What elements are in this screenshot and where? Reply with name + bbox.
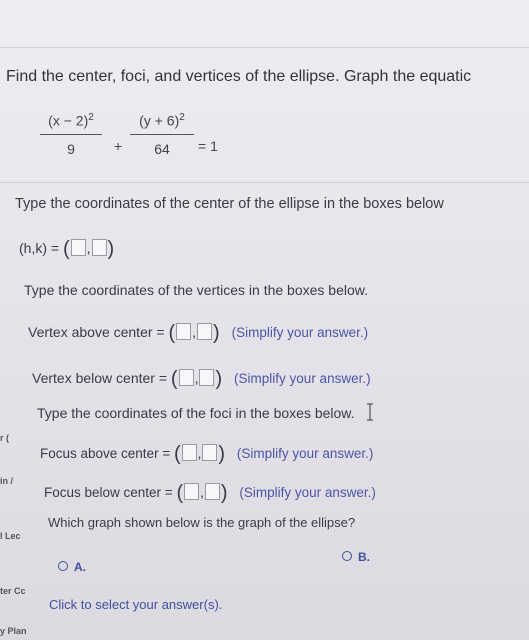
option-b[interactable]: B. xyxy=(342,548,370,566)
simplify-hint: (Simplify your answer.) xyxy=(231,325,369,340)
option-a-radio[interactable] xyxy=(58,561,68,571)
focus-above-row: Focus above center = (,) (Simplify your … xyxy=(40,443,374,465)
focus-above-x-input[interactable] xyxy=(181,444,197,461)
vertex-above-y-input[interactable] xyxy=(197,323,213,340)
ellipse-equation: (x − 2)2 9 + (y + 6)2 64 = 1 xyxy=(40,112,260,176)
center-row: (h,k) = (,) xyxy=(19,238,115,260)
vertex-above-label: Vertex above center = xyxy=(28,324,165,340)
plus-sign: + xyxy=(114,138,123,154)
homework-page: Find the center, foci, and vertices of t… xyxy=(0,0,529,640)
fraction-y-denominator: 64 xyxy=(154,140,170,157)
vertices-prompt: Type the coordinates of the vertices in … xyxy=(24,282,368,298)
vertex-below-y-input[interactable] xyxy=(199,369,215,386)
top-divider xyxy=(0,47,529,48)
fraction-x-exponent: 2 xyxy=(88,112,94,123)
side-label: ter Cc xyxy=(0,586,26,596)
open-paren: ( xyxy=(62,238,70,260)
fraction-y-exponent: 2 xyxy=(179,112,185,123)
vertex-below-label: Vertex below center = xyxy=(32,370,168,386)
fraction-x: (x − 2)2 9 xyxy=(40,112,102,157)
focus-above-label: Focus above center = xyxy=(40,446,171,461)
center-label: (h,k) = xyxy=(19,240,60,256)
focus-below-row: Focus below center = (,) (Simplify your … xyxy=(44,482,376,504)
side-label: in / xyxy=(0,476,13,486)
simplify-hint: (Simplify your answer.) xyxy=(236,446,374,461)
side-label: l Lec xyxy=(0,531,21,541)
close-paren: ) xyxy=(107,238,115,260)
vertex-below-x-input[interactable] xyxy=(178,369,194,386)
focus-below-label: Focus below center = xyxy=(44,485,173,500)
option-b-radio[interactable] xyxy=(342,551,352,561)
section-divider xyxy=(0,182,529,183)
equals-one: = 1 xyxy=(198,138,218,154)
center-h-input[interactable] xyxy=(70,239,86,256)
option-a-label: A. xyxy=(74,560,86,574)
fraction-bar xyxy=(40,133,102,135)
select-answer-link[interactable]: Click to select your answer(s). xyxy=(49,597,222,612)
fraction-x-numerator: (x − 2) xyxy=(48,112,89,129)
option-a[interactable]: A. xyxy=(58,558,86,576)
side-label: y Plan xyxy=(0,626,27,636)
vertex-below-row: Vertex below center = (,) (Simplify your… xyxy=(32,368,371,390)
fraction-y-numerator: (y + 6) xyxy=(139,112,180,129)
close-paren: ) xyxy=(218,443,226,465)
open-paren: ( xyxy=(168,322,176,344)
close-paren: ) xyxy=(220,482,228,504)
focus-below-x-input[interactable] xyxy=(184,483,200,500)
vertex-above-x-input[interactable] xyxy=(176,323,192,340)
close-paren: ) xyxy=(215,368,223,390)
focus-below-y-input[interactable] xyxy=(204,483,220,500)
center-k-input[interactable] xyxy=(91,239,107,256)
fraction-x-denominator: 9 xyxy=(67,140,75,157)
foci-prompt: Type the coordinates of the foci in the … xyxy=(37,405,355,421)
center-prompt: Type the coordinates of the center of th… xyxy=(15,196,444,212)
question-text: Find the center, foci, and vertices of t… xyxy=(6,68,472,85)
simplify-hint: (Simplify your answer.) xyxy=(239,485,376,500)
fraction-bar xyxy=(130,133,194,135)
fraction-y: (y + 6)2 64 xyxy=(130,112,194,157)
open-paren: ( xyxy=(176,482,184,504)
close-paren: ) xyxy=(213,322,220,344)
open-paren: ( xyxy=(173,443,181,465)
side-label: r ( xyxy=(0,433,9,443)
option-b-label: B. xyxy=(358,550,370,564)
open-paren: ( xyxy=(170,368,178,390)
vertex-above-row: Vertex above center = (,) (Simplify your… xyxy=(28,322,369,344)
text-cursor-icon xyxy=(367,403,373,421)
focus-above-y-input[interactable] xyxy=(202,444,218,461)
graph-prompt: Which graph shown below is the graph of … xyxy=(48,515,356,530)
simplify-hint: (Simplify your answer.) xyxy=(234,371,371,386)
